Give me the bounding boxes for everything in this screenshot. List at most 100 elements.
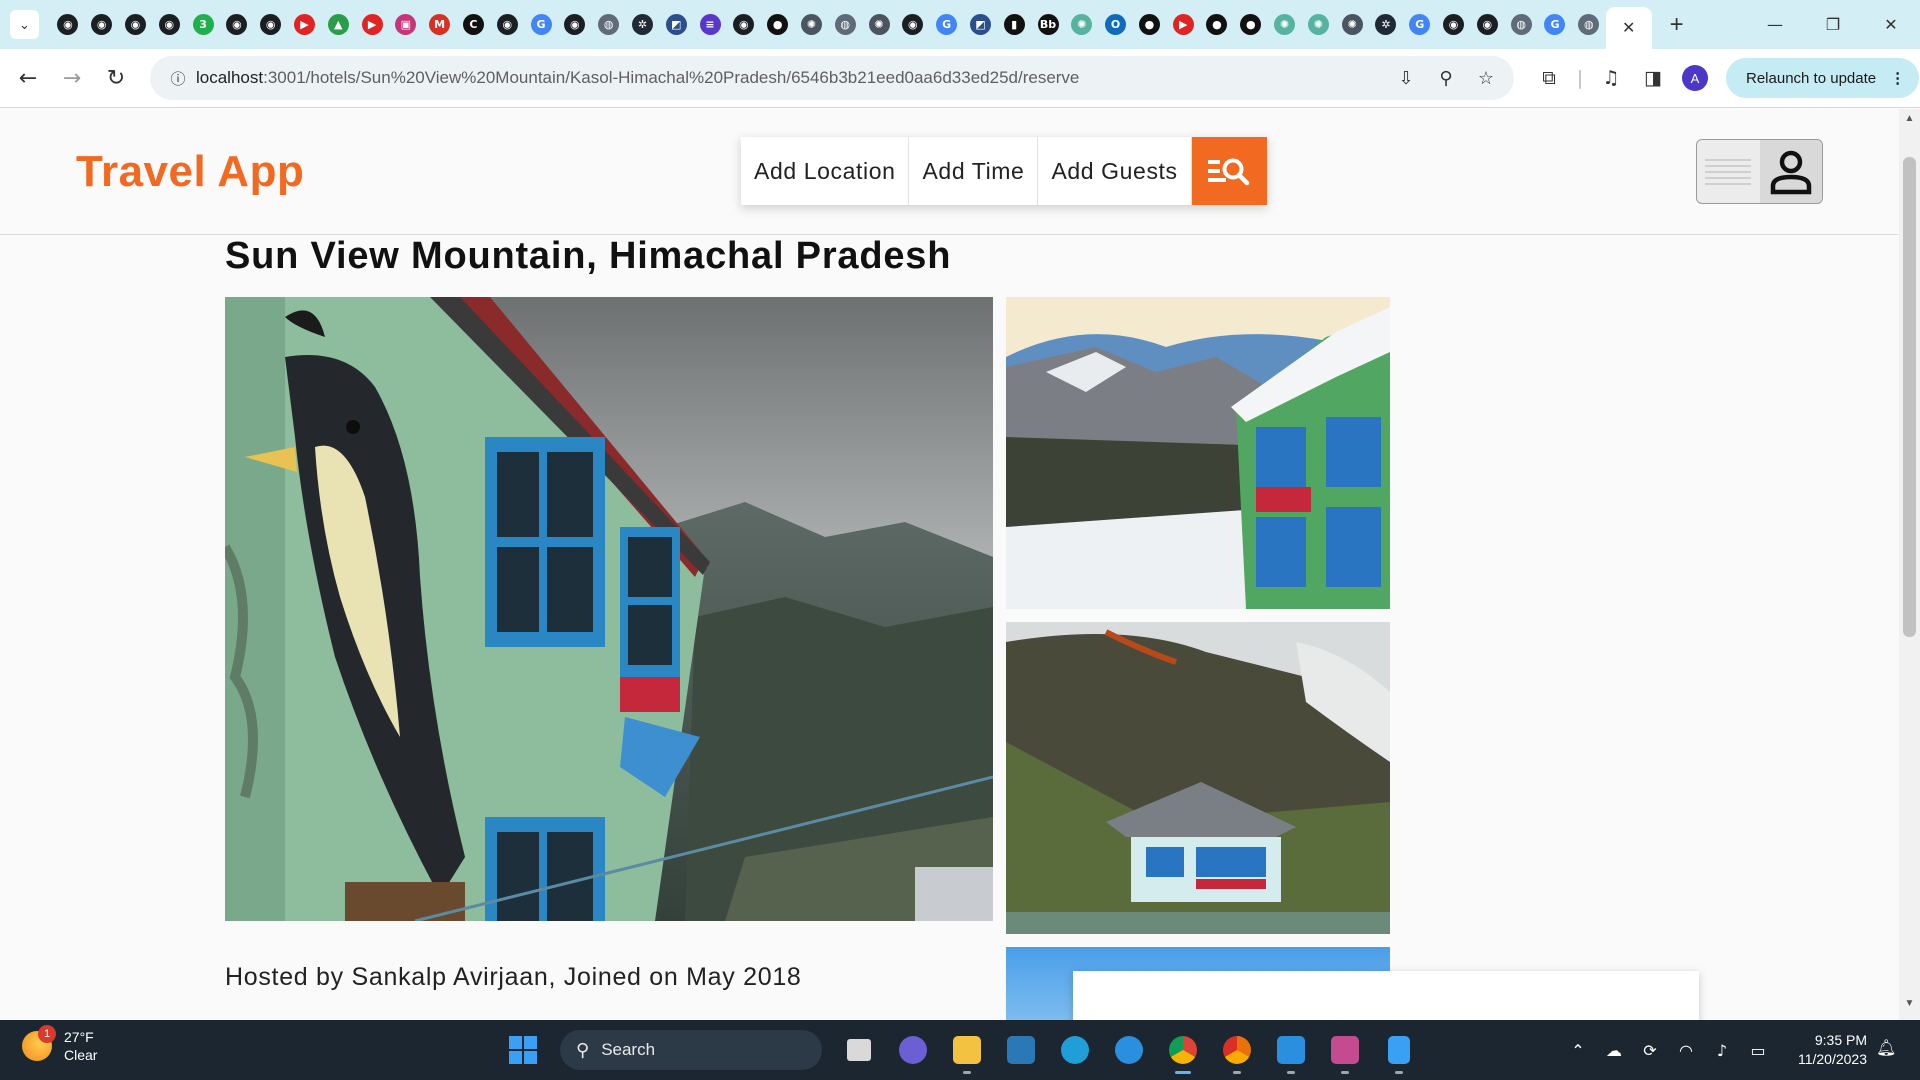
scroll-down-icon[interactable]: ▼ [1899,998,1920,1016]
tab-search-chevron-icon[interactable]: ⌄ [10,10,39,39]
close-tab-icon[interactable]: ✕ [1622,18,1635,38]
close-window-button[interactable]: ✕ [1862,0,1920,49]
browser-tab-13[interactable]: ◉ [490,0,524,49]
windows-start-icon[interactable] [496,1030,550,1070]
edge-icon[interactable] [1048,1030,1102,1070]
browser-tab-35[interactable]: ● [1234,0,1268,49]
snipping-tool-icon[interactable] [1318,1030,1372,1074]
vscode-icon[interactable] [1264,1030,1318,1074]
browser-tab-3[interactable]: ◉ [152,0,186,49]
browser-tab-9[interactable]: ▶ [355,0,389,49]
file-explorer-icon[interactable] [940,1030,994,1074]
address-bar[interactable]: ⓘ localhost:3001/hotels/Sun%20View%20Mou… [150,56,1514,100]
media-control-icon[interactable]: ♫ [1590,67,1632,89]
browser-tab-19[interactable]: ≡ [693,0,727,49]
browser-tab-36[interactable]: ✺ [1268,0,1302,49]
search-button[interactable] [1191,137,1267,205]
site-info-icon[interactable]: ⓘ [160,68,196,89]
browser-tab-22[interactable]: ✺ [795,0,829,49]
hotel-photo-2[interactable] [1006,297,1390,609]
browser-tab-40[interactable]: G [1403,0,1437,49]
browser-tab-44[interactable]: G [1538,0,1572,49]
weather-widget[interactable]: 1 27°F Clear [22,1025,97,1064]
browser-tab-0[interactable]: ◉ [51,0,85,49]
show-hidden-icons-icon[interactable]: ⌃ [1560,1041,1596,1060]
browser-tab-38[interactable]: ✺ [1335,0,1369,49]
browser-tab-10[interactable]: ▣ [389,0,423,49]
browser-tab-18[interactable]: ◩ [659,0,693,49]
notepad-icon[interactable] [1372,1030,1426,1074]
relaunch-button[interactable]: Relaunch to update ⋮ [1726,58,1920,98]
add-time-button[interactable]: Add Time [909,137,1039,205]
hotel-photo-3[interactable] [1006,622,1390,934]
profile-avatar[interactable]: A [1682,65,1708,91]
browser-tab-27[interactable]: ◩ [964,0,998,49]
scrollbar-thumb[interactable] [1903,157,1916,637]
browser-tab-6[interactable]: ◉ [254,0,288,49]
browser-tab-41[interactable]: ◉ [1437,0,1471,49]
volume-icon[interactable]: ♪ [1704,1041,1740,1060]
restore-button[interactable]: ❐ [1804,0,1862,49]
wifi-icon[interactable]: ◠ [1668,1041,1704,1060]
browser-tab-30[interactable]: ✺ [1065,0,1099,49]
browser-tab-23[interactable]: ◍ [828,0,862,49]
notification-bell-icon[interactable]: 🔔︎ [1876,1038,1896,1057]
url-text[interactable]: localhost:3001/hotels/Sun%20View%20Mount… [196,68,1386,88]
browser-tab-5[interactable]: ◉ [220,0,254,49]
active-tab[interactable]: ✕ [1605,7,1652,49]
browser-tab-34[interactable]: ● [1200,0,1234,49]
bookmark-star-icon[interactable]: ☆ [1466,68,1506,89]
browser-tab-25[interactable]: ◉ [896,0,930,49]
mysql-workbench-icon[interactable] [994,1030,1048,1070]
add-guests-button[interactable]: Add Guests [1038,137,1192,205]
battery-icon[interactable]: ▭ [1740,1041,1776,1060]
browser-tab-21[interactable]: ● [761,0,795,49]
page-scrollbar[interactable]: ▲ ▼ [1899,109,1920,1020]
minimize-button[interactable]: — [1746,0,1804,49]
chrome-canary-icon[interactable] [1210,1030,1264,1074]
browser-tab-26[interactable]: G [930,0,964,49]
browser-tab-7[interactable]: ▶ [288,0,322,49]
browser-tab-32[interactable]: ● [1133,0,1167,49]
sync-icon[interactable]: ⟳ [1632,1041,1668,1060]
browser-tab-39[interactable]: ✲ [1369,0,1403,49]
browser-tab-45[interactable]: ◍ [1572,0,1606,49]
extensions-icon[interactable]: ⧉ [1528,67,1570,89]
browser-tab-37[interactable]: ✺ [1301,0,1335,49]
chrome-icon[interactable] [1156,1030,1210,1074]
browser-tab-14[interactable]: G [524,0,558,49]
scroll-up-icon[interactable]: ▲ [1899,113,1920,131]
browser-tab-8[interactable]: ▲ [321,0,355,49]
brand-logo[interactable]: Travel App [76,147,304,197]
browser-tab-1[interactable]: ◉ [85,0,119,49]
back-button[interactable]: ← [6,56,50,100]
browser-tab-16[interactable]: ◍ [592,0,626,49]
side-panel-icon[interactable]: ◨ [1632,67,1674,89]
browser-tab-2[interactable]: ◉ [119,0,153,49]
user-menu-button[interactable] [1696,139,1823,204]
hotel-main-photo[interactable] [225,297,993,921]
zoom-icon[interactable]: ⚲ [1426,68,1466,89]
browser-tab-4[interactable]: 3 [186,0,220,49]
browser-tab-28[interactable]: ▮ [997,0,1031,49]
task-view-icon[interactable] [832,1030,886,1070]
taskbar-search[interactable]: ⚲ Search [560,1030,822,1070]
more-menu-icon[interactable]: ⋮ [1890,69,1905,87]
browser-tab-43[interactable]: ◍ [1504,0,1538,49]
help-icon[interactable] [1102,1030,1156,1070]
browser-tab-33[interactable]: ▶ [1166,0,1200,49]
browser-tab-29[interactable]: Bb [1031,0,1065,49]
taskbar-clock[interactable]: 9:35 PM 11/20/2023 [1783,1031,1867,1069]
onedrive-icon[interactable]: ☁ [1596,1041,1632,1060]
new-tab-button[interactable]: + [1660,8,1694,42]
browser-tab-15[interactable]: ◉ [558,0,592,49]
install-app-icon[interactable]: ⇩ [1386,68,1426,89]
browser-tab-11[interactable]: M [423,0,457,49]
browser-tab-20[interactable]: ◉ [727,0,761,49]
teams-chat-icon[interactable] [886,1030,940,1070]
browser-tab-24[interactable]: ✺ [862,0,896,49]
browser-tab-42[interactable]: ◉ [1470,0,1504,49]
add-location-button[interactable]: Add Location [741,137,910,205]
forward-button[interactable]: → [50,56,94,100]
browser-tab-31[interactable]: O [1099,0,1133,49]
